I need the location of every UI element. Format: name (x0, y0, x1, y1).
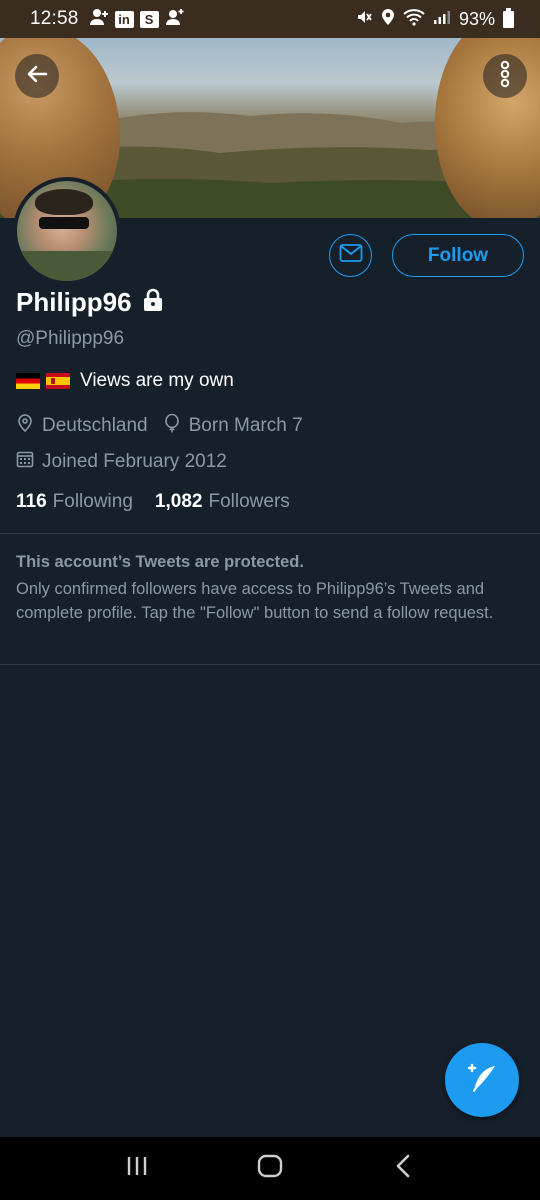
add-person-icon (165, 8, 185, 31)
linkedin-icon: in (114, 10, 134, 28)
profile-meta: Deutschland Born March 7 (16, 413, 303, 439)
joined-text: Joined February 2012 (42, 451, 227, 472)
location-pin-icon (16, 413, 34, 439)
compose-tweet-icon (465, 1061, 499, 1100)
avatar-hair (35, 189, 93, 215)
location-text: Deutschland (42, 415, 148, 436)
avatar-shirt (17, 251, 117, 281)
divider (0, 664, 540, 665)
followers-link[interactable]: 1,082 Followers (155, 491, 290, 513)
spain-flag (46, 373, 70, 389)
arrow-left-icon (25, 62, 49, 91)
follow-button[interactable]: Follow (392, 234, 524, 277)
lock-icon (142, 288, 164, 317)
more-vertical-icon (499, 60, 511, 93)
protected-body: Only confirmed followers have access to … (16, 580, 494, 622)
battery-percent: 93% (458, 8, 495, 29)
back-nav-button[interactable] (373, 1144, 433, 1194)
s-icon: S (139, 10, 159, 28)
mail-icon (339, 243, 363, 268)
wifi-icon (403, 8, 425, 31)
protected-title: This account’s Tweets are protected. (16, 553, 304, 571)
back-button[interactable] (15, 54, 59, 98)
home-button[interactable] (240, 1144, 300, 1194)
follow-stats: 116 Following 1,082 Followers (16, 491, 290, 513)
followers-label: Followers (208, 491, 290, 512)
location: Deutschland (16, 413, 148, 439)
germany-flag (16, 373, 40, 389)
avatar[interactable] (13, 177, 121, 285)
display-name: Philipp96 (16, 287, 132, 317)
joined: Joined February 2012 (16, 450, 227, 474)
back-icon (395, 1154, 411, 1183)
calendar-icon (16, 450, 34, 474)
bio: Views are my own (16, 370, 234, 392)
location-icon (381, 8, 395, 31)
joined-row: Joined February 2012 (16, 450, 227, 474)
add-person-icon (89, 8, 109, 31)
battery-icon (503, 7, 514, 28)
balloon-icon (163, 413, 181, 439)
status-time: 12:58 (30, 8, 79, 29)
following-count: 116 (16, 491, 47, 512)
mute-icon (355, 8, 373, 31)
home-icon (257, 1154, 283, 1183)
recent-apps-button[interactable] (107, 1144, 167, 1194)
compose-tweet-button[interactable] (445, 1043, 519, 1117)
birthday-text: Born March 7 (188, 415, 303, 436)
following-label: Following (52, 491, 133, 512)
notification-icons: in S (89, 8, 185, 31)
bio-text: Views are my own (80, 370, 234, 391)
avatar-sunglasses (39, 217, 89, 229)
recent-apps-icon (125, 1155, 149, 1182)
status-bar: 12:58 in S 93% (0, 0, 540, 38)
message-button[interactable] (329, 234, 372, 277)
status-right: 93% (355, 7, 514, 31)
following-link[interactable]: 116 Following (16, 491, 133, 513)
handle: @Philippp96 (16, 328, 125, 349)
system-nav-bar (0, 1137, 540, 1200)
name-row: Philipp96 (16, 287, 164, 318)
birthday: Born March 7 (163, 413, 303, 439)
divider (0, 533, 540, 534)
more-options-button[interactable] (483, 54, 527, 98)
followers-count: 1,082 (154, 491, 203, 512)
signal-icon (433, 9, 451, 30)
